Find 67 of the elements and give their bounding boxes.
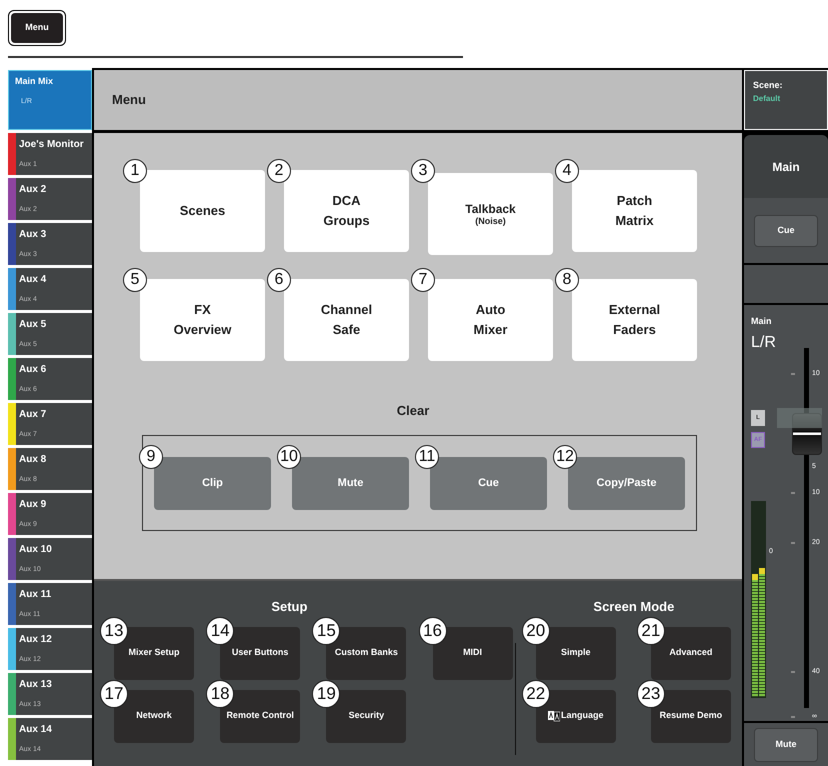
number-badge: 3 xyxy=(411,159,435,183)
mix-name: Aux 12 xyxy=(19,633,53,647)
menu-button[interactable]: Patch Matrix xyxy=(572,170,697,252)
menu-button[interactable]: Menu xyxy=(11,13,63,43)
number-badge: 2 xyxy=(267,159,291,183)
channel-title: Main xyxy=(772,158,800,176)
number-badge: 4 xyxy=(555,159,579,183)
number-badge: 8 xyxy=(555,268,579,292)
number-badge: 18 xyxy=(206,680,234,708)
scene-name: Default xyxy=(753,92,782,104)
mix-name: Aux 4 xyxy=(19,273,48,287)
mix-name: Aux 6 xyxy=(19,363,48,377)
scene-label: Scene: xyxy=(753,79,784,92)
scale-tick xyxy=(791,542,795,544)
number-badge: 7 xyxy=(411,268,435,292)
mix-name: Aux 5 xyxy=(19,318,48,332)
mix-name: Aux 14 xyxy=(19,723,53,737)
menu-button[interactable]: Auto Mixer xyxy=(428,279,553,361)
mix-name: Aux 13 xyxy=(19,678,53,692)
number-badge: 17 xyxy=(100,680,128,708)
number-badge: 6 xyxy=(267,268,291,292)
menu-button[interactable]: Channel Safe xyxy=(284,279,409,361)
number-badge: 23 xyxy=(636,680,665,708)
mix-name: Aux 2 xyxy=(19,183,48,197)
mute-button[interactable]: Mute xyxy=(754,728,818,762)
scale-tick xyxy=(791,716,795,718)
number-badge: 5 xyxy=(123,268,147,292)
number-badge: 12 xyxy=(553,445,577,469)
scale-tick xyxy=(791,492,795,494)
scale-tick xyxy=(791,671,795,673)
number-badge: 20 xyxy=(522,616,550,644)
menu-button[interactable]: External Faders xyxy=(572,279,697,361)
bus-label: L/R xyxy=(751,333,776,353)
menu-button[interactable]: Scenes xyxy=(140,170,265,252)
mix-name: Aux 7 xyxy=(19,408,48,422)
number-badge: 14 xyxy=(206,616,234,644)
menu-button[interactable]: Talkback (Noise) xyxy=(428,173,553,255)
menu-button[interactable]: FX Overview xyxy=(140,279,265,361)
header-title: Menu xyxy=(112,91,146,110)
mix-name: Aux 10 xyxy=(19,543,53,557)
number-badge: 16 xyxy=(418,616,447,644)
cue-button[interactable]: Cue xyxy=(754,214,818,246)
screen-mode-title: Screen Mode xyxy=(593,598,674,616)
clear-title: Clear xyxy=(396,402,430,420)
number-badge: 11 xyxy=(415,445,439,469)
scene-panel[interactable]: Scene: Default xyxy=(744,70,828,130)
number-badge: 19 xyxy=(312,680,340,708)
fader-handle-guide xyxy=(777,408,822,428)
mix-name: Aux 11 xyxy=(19,588,52,602)
number-badge: 9 xyxy=(139,445,163,469)
channel-name: Main xyxy=(751,315,772,328)
number-badge: 21 xyxy=(636,616,665,644)
number-badge: 22 xyxy=(522,680,550,708)
number-badge: 10 xyxy=(277,445,301,469)
setup-title: Setup xyxy=(271,598,308,616)
scale-tick xyxy=(791,373,795,375)
mix-name: Aux 8 xyxy=(19,453,48,467)
menu-button[interactable]: DCA Groups xyxy=(284,170,409,252)
clear-button[interactable]: Clip xyxy=(154,457,271,510)
number-badge: 15 xyxy=(312,616,340,644)
translate-icon xyxy=(548,710,560,722)
mix-name: Aux 9 xyxy=(19,498,48,512)
number-badge: 13 xyxy=(100,616,128,644)
mix-name: Joe's Monitor xyxy=(19,138,85,152)
mix-name: Aux 3 xyxy=(19,228,48,242)
mix-name: Main Mix xyxy=(15,75,54,88)
number-badge: 1 xyxy=(123,159,147,183)
